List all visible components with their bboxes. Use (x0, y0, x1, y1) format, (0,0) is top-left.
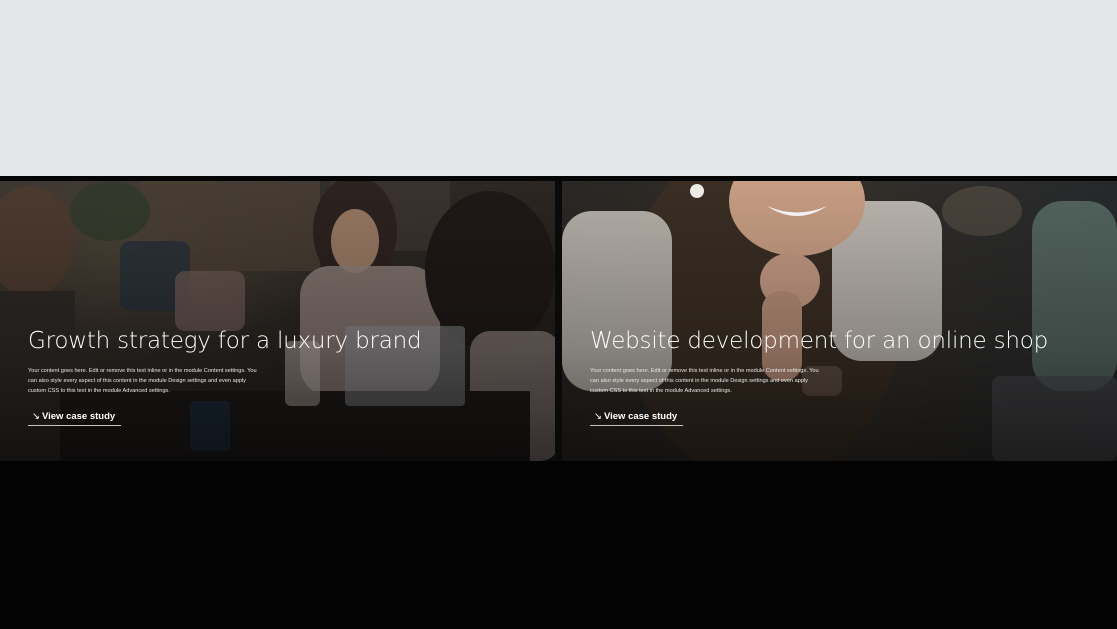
cta-label: View case study (603, 411, 678, 422)
case-study-content: Website development for an online shop Y… (590, 326, 1090, 426)
case-study-card-online-shop: Website development for an online shop Y… (562, 181, 1117, 461)
case-study-title: Growth strategy for a luxury brand (28, 328, 422, 354)
view-case-study-link[interactable]: ↘ View case study (590, 411, 684, 426)
cta-label: View case study (41, 411, 116, 422)
case-study-title: Website development for an online shop (590, 328, 1049, 354)
case-study-content: Growth strategy for a luxury brand Your … (28, 326, 528, 426)
bottom-section-background (0, 461, 1117, 629)
case-study-card-luxury-brand: Growth strategy for a luxury brand Your … (0, 181, 555, 461)
top-section-background (0, 0, 1117, 176)
case-study-description: Your content goes here. Edit or remove t… (28, 368, 257, 394)
arrow-down-right-icon: ↘ (32, 411, 40, 422)
card-gutter (555, 181, 562, 461)
view-case-study-link[interactable]: ↘ View case study (28, 411, 122, 426)
case-study-description: Your content goes here. Edit or remove t… (590, 368, 819, 394)
arrow-down-right-icon: ↘ (594, 411, 602, 422)
